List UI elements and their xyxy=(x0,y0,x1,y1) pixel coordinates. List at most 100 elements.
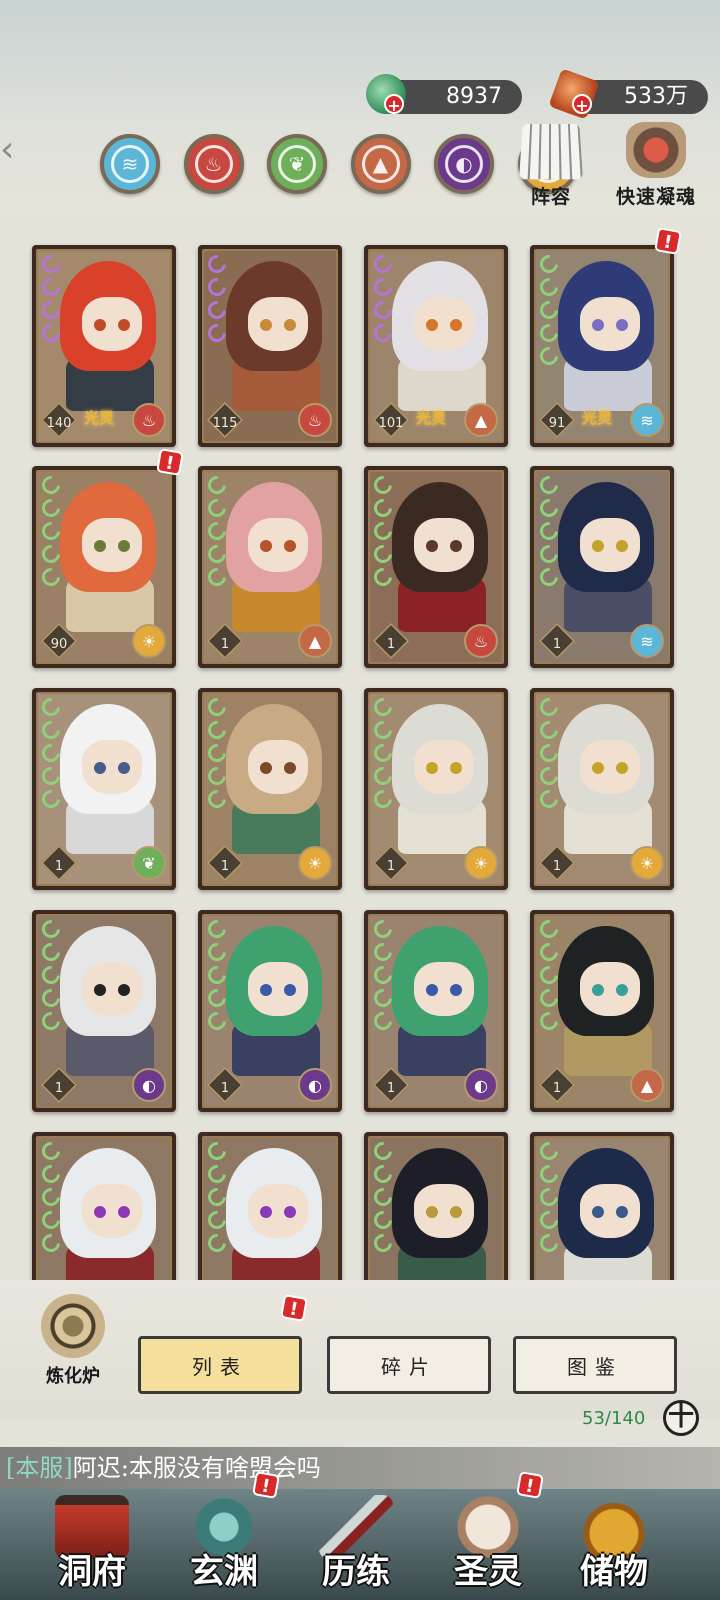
quick-condense-button[interactable]: 快速凝魂 xyxy=(604,122,708,212)
character-level: 1 xyxy=(386,1081,396,1096)
nav-label: 储物 xyxy=(580,1552,648,1592)
rank-pip-icon xyxy=(370,985,396,1011)
copper-currency-bar[interactable]: + 533万 xyxy=(548,68,708,120)
bottom-navigation: 洞府 玄渊! 历练 圣灵! 储物 xyxy=(0,1471,720,1600)
star-rank-pips xyxy=(536,472,562,591)
tab-list-alert-badge: ! xyxy=(280,1294,308,1322)
element-filter-fire[interactable]: ♨ xyxy=(183,134,244,194)
lineup-button[interactable]: 阵容 xyxy=(508,122,594,212)
rank-pip-icon xyxy=(204,251,230,277)
character-level: 1 xyxy=(220,1081,230,1096)
character-card[interactable]: 1 ♨ xyxy=(364,466,508,668)
card-alert-badge: ! xyxy=(654,227,682,255)
character-card[interactable]: 1 ❦ xyxy=(32,688,176,890)
star-rank-pips xyxy=(204,472,230,591)
rank-pip-icon xyxy=(370,518,396,544)
character-portrait-frame: 1 ♨ xyxy=(368,470,504,664)
nav-alert-badge: ! xyxy=(516,1471,544,1499)
character-face xyxy=(580,962,640,1016)
character-eye xyxy=(94,984,106,996)
nav-spirit[interactable]: 圣灵! xyxy=(426,1471,550,1599)
character-card[interactable]: 90 ☀! xyxy=(32,448,184,668)
star-rank-pips xyxy=(204,916,230,1035)
element-filter-wood[interactable]: ❦ xyxy=(267,134,327,194)
character-face xyxy=(414,962,474,1016)
chevron-left-icon[interactable]: ‹ xyxy=(0,128,18,172)
rank-pip-icon xyxy=(370,1161,396,1187)
furnace-button[interactable]: 炼化炉 xyxy=(26,1294,120,1394)
element-filter-water[interactable]: ≋ xyxy=(100,134,160,194)
character-card[interactable]: 140 ♨ 光灵 xyxy=(32,245,176,447)
character-card[interactable]: 91 ≋ 光灵! xyxy=(530,227,682,447)
star-rank-pips xyxy=(204,694,230,813)
character-face xyxy=(82,1184,142,1238)
character-eye xyxy=(450,540,462,552)
rank-pip-icon xyxy=(370,962,396,988)
rank-pip-icon xyxy=(38,495,64,521)
character-card[interactable]: 1 ≋ xyxy=(530,466,674,668)
character-portrait-frame: 101 ▲ 光灵 xyxy=(368,249,504,443)
star-rank-pips xyxy=(38,251,64,347)
character-card[interactable]: 1 ◐ xyxy=(364,910,508,1112)
rank-pip-icon xyxy=(204,541,230,567)
chat-bar[interactable]: [本服]阿迟:本服没有啥盟会吗 xyxy=(0,1447,720,1489)
character-eye xyxy=(284,1206,296,1218)
rank-pip-icon xyxy=(370,939,396,965)
rank-pip-icon xyxy=(536,297,562,323)
rank-pip-icon xyxy=(370,786,396,812)
nav-mansion[interactable]: 洞府 xyxy=(30,1495,154,1599)
add-copper-icon[interactable]: + xyxy=(572,94,592,115)
rank-pip-icon xyxy=(204,694,230,720)
furnace-label: 炼化炉 xyxy=(46,1366,100,1387)
nav-label: 圣灵 xyxy=(454,1552,522,1592)
rank-pip-icon xyxy=(204,763,230,789)
rank-pip-icon xyxy=(370,251,396,277)
tab-list[interactable]: 列表 xyxy=(138,1336,302,1394)
character-portrait-frame: 140 ♨ 光灵 xyxy=(36,249,172,443)
character-portrait-frame: 115 ♨ xyxy=(202,249,338,443)
character-card[interactable]: 1 ☀ xyxy=(364,688,508,890)
character-card[interactable]: 1 ▲ xyxy=(198,466,342,668)
rank-pip-icon xyxy=(38,1230,64,1256)
jade-currency-bar[interactable]: + 8937 xyxy=(366,74,522,115)
rank-pip-icon xyxy=(536,251,562,277)
tab-atlas[interactable]: 图鉴 xyxy=(513,1336,677,1394)
character-card[interactable]: 101 ▲ 光灵 xyxy=(364,245,508,447)
rank-pip-icon xyxy=(38,1161,64,1187)
water-element-icon: ≋ xyxy=(630,624,664,658)
character-eye xyxy=(284,762,296,774)
chat-channel-tag: [本服] xyxy=(6,1454,73,1482)
element-filter-earth[interactable]: ▲ xyxy=(350,134,411,194)
add-jade-icon[interactable]: + xyxy=(384,94,404,115)
nav-storage[interactable]: 储物 xyxy=(552,1495,676,1599)
character-portrait-frame: 1 ☀ xyxy=(368,692,504,886)
element-filter-dark[interactable]: ◐ xyxy=(434,134,494,194)
rank-pip-icon xyxy=(204,518,230,544)
character-card[interactable]: 1 ◐ xyxy=(32,910,176,1112)
rank-pip-icon xyxy=(38,251,64,277)
character-portrait-frame: 1 ≋ xyxy=(534,470,670,664)
light-element-icon: ☀ xyxy=(630,846,664,880)
rank-pip-icon xyxy=(204,717,230,743)
rank-pip-icon xyxy=(536,541,562,567)
rank-pip-icon xyxy=(536,472,562,498)
rank-pip-icon xyxy=(370,297,396,323)
rank-pip-icon xyxy=(370,1230,396,1256)
character-portrait-frame: 1 ◐ xyxy=(202,914,338,1108)
character-card[interactable]: 1 ☀ xyxy=(198,688,342,890)
character-card[interactable]: 115 ♨ xyxy=(198,245,342,447)
nav-abyss[interactable]: 玄渊! xyxy=(162,1471,286,1599)
character-card[interactable]: 1 ☀ xyxy=(530,688,674,890)
tab-shards[interactable]: 碎片 xyxy=(327,1336,491,1394)
water-element-icon: ≋ xyxy=(630,403,664,437)
character-card[interactable]: 1 ◐ xyxy=(198,910,342,1112)
nav-train[interactable]: 历练 xyxy=(294,1495,418,1599)
star-rank-pips xyxy=(370,916,396,1035)
rank-pip-icon xyxy=(536,1008,562,1034)
expand-roster-button[interactable]: 十 xyxy=(663,1400,699,1436)
rank-pip-icon xyxy=(204,1008,230,1034)
character-face xyxy=(82,297,142,351)
character-level: 1 xyxy=(220,637,230,652)
rank-pip-icon xyxy=(536,740,562,766)
character-card[interactable]: 1 ▲ xyxy=(530,910,674,1112)
